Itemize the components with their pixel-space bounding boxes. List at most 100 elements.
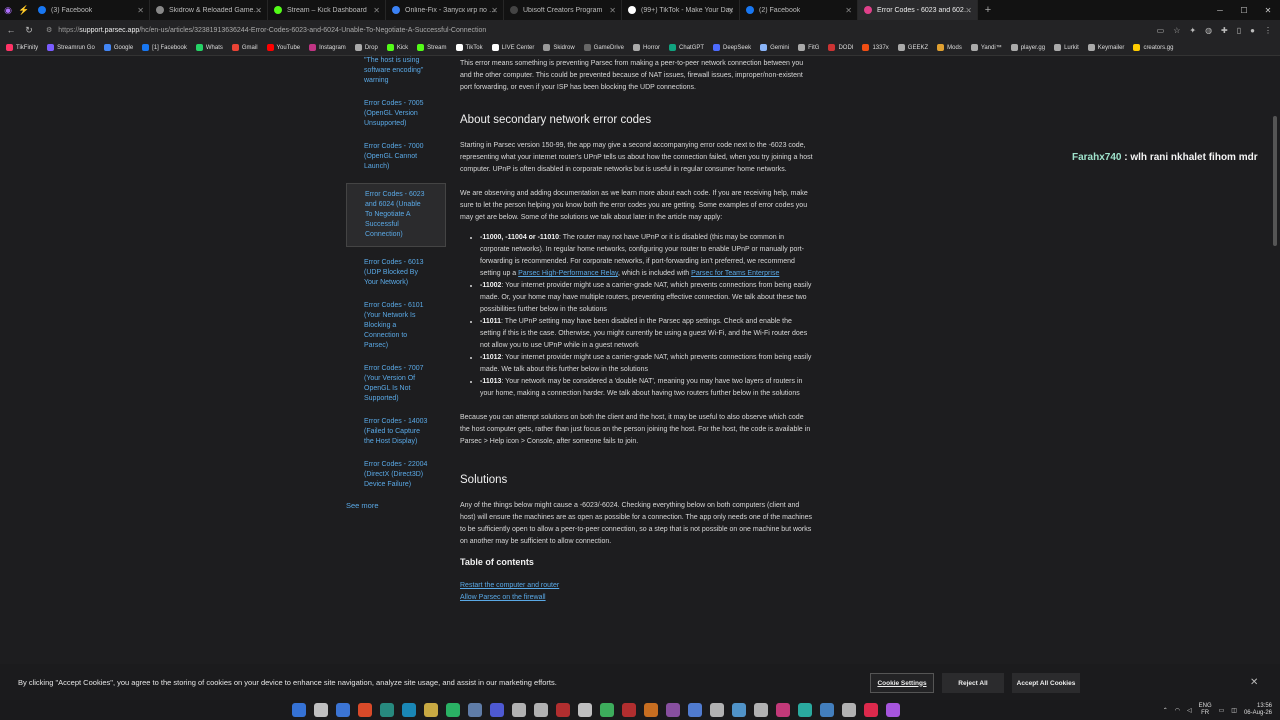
bookmark-item[interactable]: GEEKZ [897, 44, 928, 51]
new-tab-button[interactable]: + [978, 4, 998, 16]
taskbar-app-icon[interactable] [556, 703, 570, 717]
close-tab-icon[interactable]: ✕ [491, 6, 498, 15]
bookmark-item[interactable]: Mods [937, 44, 962, 51]
taskbar-app-icon[interactable] [798, 703, 812, 717]
taskbar-app-icon[interactable] [336, 703, 350, 717]
taskbar-app-icon[interactable] [600, 703, 614, 717]
url-field[interactable]: ⚙ https://support.parsec.app/hc/en-us/ar… [46, 26, 486, 35]
wifi-icon[interactable]: ◠ [1175, 707, 1180, 714]
taskbar-app-icon[interactable] [468, 703, 482, 717]
cookie-settings-button[interactable]: Cookie Settings [870, 673, 934, 693]
browser-tab[interactable]: (99+) TikTok - Make Your Day ✕ [622, 0, 740, 20]
bookmark-item[interactable]: creators.gg [1133, 44, 1173, 51]
bookmark-item[interactable]: Gmail [231, 44, 258, 51]
taskbar-app-icon[interactable] [424, 703, 438, 717]
sidebar-item[interactable]: Error Codes - 7005 (OpenGL Version Unsup… [346, 97, 446, 131]
close-icon[interactable]: ✕ [1250, 677, 1258, 688]
minimize-icon[interactable]: ─ [1208, 6, 1232, 15]
sidebar-item-current[interactable]: Error Codes - 6023 and 6024 (Unable To N… [346, 183, 446, 247]
taskbar-app-icon[interactable] [688, 703, 702, 717]
browser-tab[interactable]: Ubisoft Creators Program ✕ [504, 0, 622, 20]
bookmark-item[interactable]: YouTube [266, 44, 300, 51]
browser-tab[interactable]: Stream – Kick Dashboard ✕ [268, 0, 386, 20]
taskbar-app-icon[interactable] [292, 703, 306, 717]
taskbar-app-icon[interactable] [886, 703, 900, 717]
taskbar-app-icon[interactable] [380, 703, 394, 717]
relay-link[interactable]: Parsec High-Performance Relay [518, 270, 618, 277]
taskbar-app-icon[interactable] [314, 703, 328, 717]
accept-all-cookies-button[interactable]: Accept All Cookies [1012, 673, 1080, 693]
bookmark-item[interactable]: LIVE Center [491, 44, 534, 51]
back-icon[interactable]: ← [4, 25, 18, 35]
taskbar-app-icon[interactable] [446, 703, 460, 717]
reload-icon[interactable]: ↻ [22, 25, 36, 36]
bookmark-item[interactable]: Drop [354, 44, 378, 51]
bookmark-item[interactable]: Whats [195, 44, 223, 51]
site-info-icon[interactable]: ⚙ [46, 26, 52, 34]
taskbar-app-icon[interactable] [490, 703, 504, 717]
extensions-icon[interactable]: ✦ [1189, 26, 1196, 35]
bookmark-item[interactable]: Stream [417, 44, 447, 51]
cast-icon[interactable]: ▭ [1157, 26, 1165, 35]
bookmark-item[interactable]: DeepSeek [713, 44, 751, 51]
sidebar-item[interactable]: Error Codes - 7000 (OpenGL Cannot Launch… [346, 140, 446, 174]
sidebar-item[interactable]: Error Codes - 22004 (DirectX (Direct3D) … [346, 458, 446, 492]
bookmark-item[interactable]: Keymailer [1087, 44, 1124, 51]
sidebar-item[interactable]: Error Codes - 6101 (Your Network Is Bloc… [346, 299, 446, 353]
browser-menu-icon[interactable]: ◉ [0, 0, 16, 20]
bookmark-item[interactable]: Streamrun Go [47, 44, 95, 51]
bookmark-item[interactable]: Kick [386, 44, 408, 51]
bookmark-item[interactable]: Yandi™ [970, 44, 1002, 51]
taskbar-app-icon[interactable] [644, 703, 658, 717]
taskbar-app-icon[interactable] [512, 703, 526, 717]
close-tab-icon[interactable]: ✕ [373, 6, 380, 15]
browser-tab[interactable]: (3) Facebook ✕ [32, 0, 150, 20]
bookmark-item[interactable]: DODI [828, 44, 853, 51]
close-tab-icon[interactable]: ✕ [845, 6, 852, 15]
taskbar-app-icon[interactable] [710, 703, 724, 717]
taskbar-app-icon[interactable] [754, 703, 768, 717]
sidebar-icon[interactable]: ▯ [1237, 26, 1241, 35]
page-scrollbar[interactable] [1273, 116, 1277, 246]
network-icon[interactable]: ▭ [1219, 707, 1225, 714]
bookmark-item[interactable]: player.gg [1010, 44, 1045, 51]
bookmark-item[interactable]: Google [103, 44, 133, 51]
bookmark-item[interactable]: Gemini [760, 44, 789, 51]
taskbar-app-icon[interactable] [402, 703, 416, 717]
avatar[interactable]: ● [1250, 26, 1255, 35]
menu-icon[interactable]: ⋮ [1264, 26, 1272, 35]
bookmark-item[interactable]: FitG [798, 44, 819, 51]
taskbar-app-icon[interactable] [534, 703, 548, 717]
sidebar-item[interactable]: "The host is using software encoding" wa… [346, 56, 446, 88]
sidebar-item[interactable]: Error Codes - 6013 (UDP Blocked By Your … [346, 256, 446, 290]
close-tab-icon[interactable]: ✕ [965, 6, 972, 15]
teams-enterprise-link[interactable]: Parsec for Teams Enterprise [691, 270, 779, 277]
sidebar-item[interactable]: Error Codes - 7007 (Your Version Of Open… [346, 362, 446, 406]
extension-puzzle-icon[interactable]: ✚ [1221, 26, 1228, 35]
browser-tab[interactable]: Error Codes - 6023 and 6024 (Una…✕ [858, 0, 978, 20]
bookmark-item[interactable]: [1] Facebook [142, 44, 187, 51]
browser-tab[interactable]: (2) Facebook ✕ [740, 0, 858, 20]
bookmark-item[interactable]: TikTok [455, 44, 483, 51]
taskbar-app-icon[interactable] [842, 703, 856, 717]
taskbar-app-icon[interactable] [776, 703, 790, 717]
bookmark-item[interactable]: Skidrow [543, 44, 575, 51]
see-more-link[interactable]: See more [346, 501, 446, 510]
taskbar-app-icon[interactable] [820, 703, 834, 717]
clock[interactable]: 13:56 06-Aug-26 [1244, 703, 1272, 717]
taskbar-app-icon[interactable] [358, 703, 372, 717]
maximize-icon[interactable]: ☐ [1232, 6, 1256, 15]
toc-link[interactable]: Allow Parsec on the firewall [460, 592, 814, 604]
close-tab-icon[interactable]: ✕ [255, 6, 262, 15]
extension-icon[interactable]: ⚡ [16, 0, 32, 20]
close-tab-icon[interactable]: ✕ [609, 6, 616, 15]
bookmark-item[interactable]: Instagram [309, 44, 346, 51]
taskbar-app-icon[interactable] [666, 703, 680, 717]
volume-icon[interactable]: ◁ [1187, 707, 1192, 714]
bookmark-item[interactable]: Lurkit [1054, 44, 1079, 51]
browser-tab[interactable]: Online-Fix - Запуск игр по сети ✕ [386, 0, 504, 20]
bookmark-item[interactable]: Horror [633, 44, 660, 51]
bookmark-item[interactable]: TikFinity [6, 44, 38, 51]
close-window-icon[interactable]: ✕ [1256, 6, 1280, 15]
bookmark-item[interactable]: 1337x [862, 44, 889, 51]
